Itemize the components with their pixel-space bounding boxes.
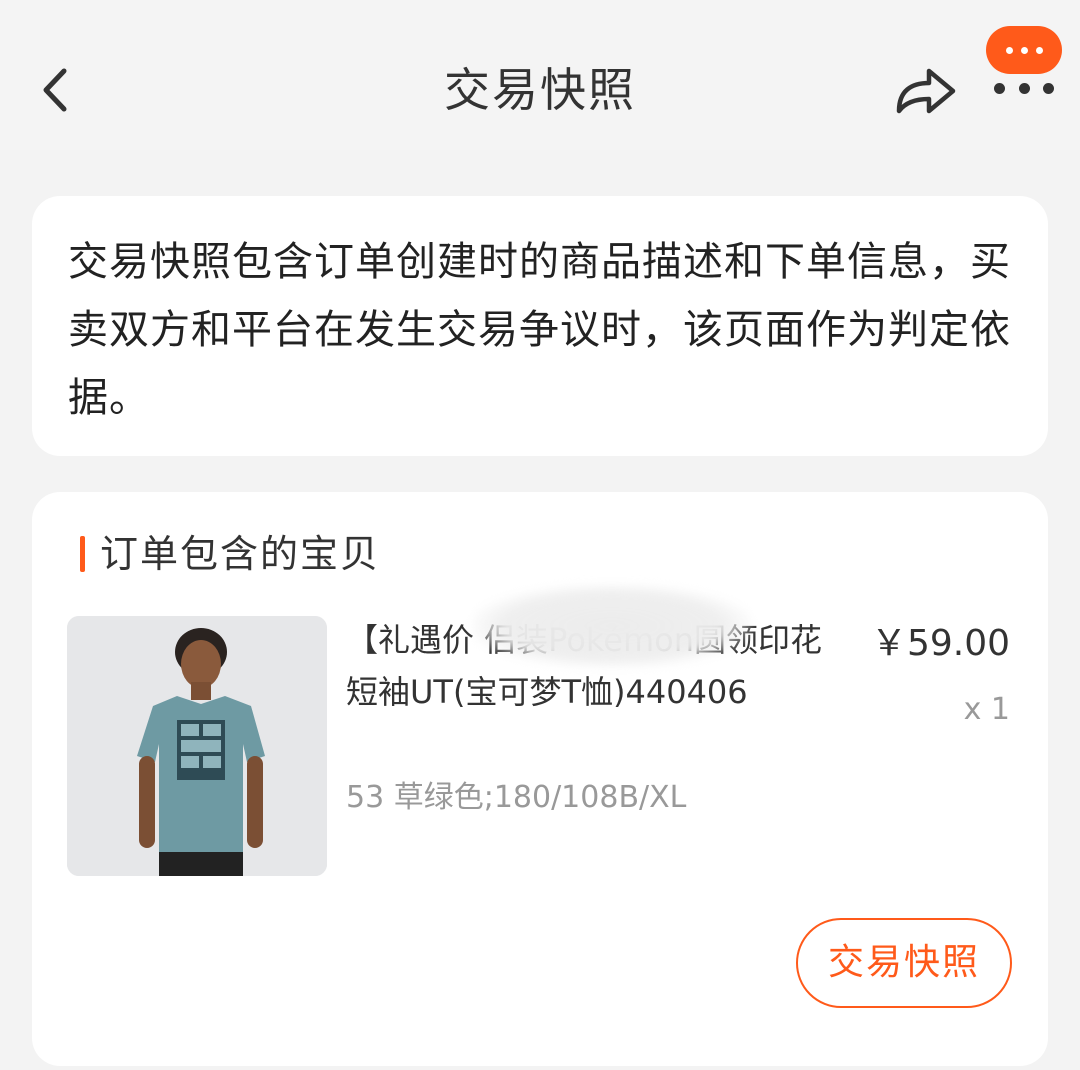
order-items-card: 订单包含的宝贝 【礼遇价 侣装Pokémon圆领印花短 <box>32 492 1048 1066</box>
redaction-blur <box>472 584 752 668</box>
snapshot-notice-card: 交易快照包含订单创建时的商品描述和下单信息，买卖双方和平台在发生交易争议时，该页… <box>32 196 1048 456</box>
section-title: 订单包含的宝贝 <box>100 532 381 576</box>
more-menu-button[interactable] <box>986 26 1062 98</box>
product-price: ￥59.00 <box>870 623 1010 664</box>
product-sku: 53 草绿色;180/108B/XL <box>346 780 687 815</box>
product-quantity: x 1 <box>963 692 1010 727</box>
share-button[interactable] <box>890 58 962 120</box>
product-image[interactable] <box>67 616 327 876</box>
share-icon <box>896 68 956 114</box>
snapshot-notice-text: 交易快照包含订单创建时的商品描述和下单信息，买卖双方和平台在发生交易争议时，该页… <box>68 239 1011 421</box>
top-navigation-bar: 交易快照 <box>0 0 1080 150</box>
message-badge <box>986 26 1062 74</box>
snapshot-button[interactable]: 交易快照 <box>796 918 1012 1008</box>
product-photo-tshirt <box>67 616 327 876</box>
section-accent-bar <box>80 536 85 572</box>
more-icon <box>994 82 1054 94</box>
